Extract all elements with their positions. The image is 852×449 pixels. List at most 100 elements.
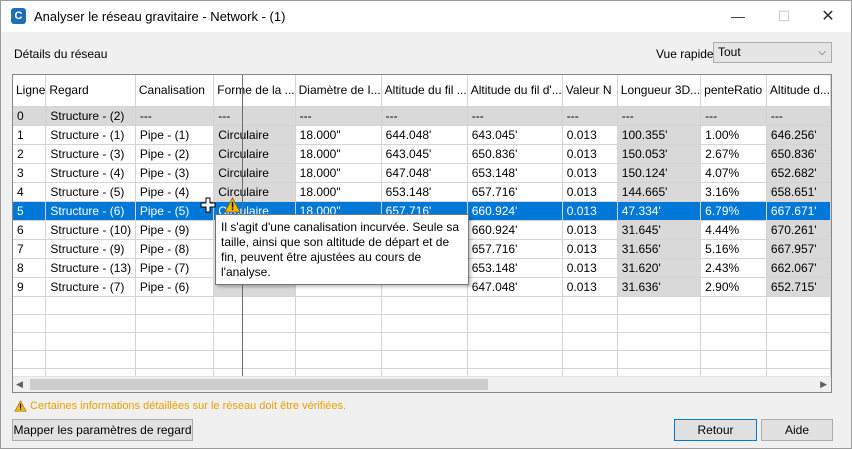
table-row[interactable]: 1 Structure - (1) Pipe - (1) Circulaire 18.0… — [13, 125, 831, 145]
table-cell[interactable]: 18.000" — [295, 144, 382, 164]
table-cell[interactable]: 653.148' — [381, 182, 468, 202]
table-cell[interactable]: 660.924' — [467, 201, 563, 221]
table-cell[interactable]: Circulaire — [213, 144, 296, 164]
quick-view-value: Tout — [718, 45, 741, 59]
minimize-button[interactable]: — — [715, 1, 761, 32]
table-cell[interactable]: 660.924' — [467, 220, 563, 240]
warning-triangle-icon[interactable] — [224, 197, 241, 213]
help-button[interactable]: Aide — [761, 419, 833, 441]
table-cell: 0.013 — [562, 163, 618, 183]
column-header[interactable]: Longueur 3D... — [617, 75, 702, 107]
empty-cell — [381, 350, 468, 369]
table-row[interactable]: 2 Structure - (3) Pipe - (2) Circulaire 18.0… — [13, 144, 831, 164]
table-cell: 8 — [13, 258, 47, 278]
empty-cell — [562, 350, 618, 369]
table-cell[interactable]: 653.148' — [467, 163, 563, 183]
back-button[interactable]: Retour — [674, 419, 757, 441]
empty-cell — [766, 314, 831, 333]
maximize-button[interactable]: ☐ — [761, 1, 807, 32]
table-cell: --- — [617, 106, 702, 126]
empty-cell — [562, 296, 618, 315]
table-cell[interactable]: 643.045' — [467, 125, 563, 145]
scroll-left-icon[interactable]: ◀ — [16, 379, 23, 390]
column-header[interactable]: Diamètre de I... — [295, 75, 382, 107]
column-header[interactable]: Altitude du fil ... — [381, 75, 468, 107]
table-cell[interactable]: 18.000" — [295, 163, 382, 183]
table-cell: Structure - (13) — [45, 258, 136, 278]
empty-cell — [562, 332, 618, 351]
table-cell: Structure - (2) — [45, 106, 136, 126]
table-cell: Pipe - (7) — [135, 258, 215, 278]
column-header[interactable]: Forme de la ... — [213, 75, 296, 107]
empty-cell — [467, 314, 563, 333]
empty-cell — [381, 296, 468, 315]
table-cell: 6 — [13, 220, 47, 240]
table-cell: 652.715' — [766, 277, 831, 297]
warning-triangle-icon — [14, 400, 27, 412]
table-cell: 662.067' — [766, 258, 831, 278]
quick-view-select[interactable]: Tout ⌵ — [713, 42, 832, 63]
empty-cell — [617, 314, 702, 333]
table-cell[interactable]: 657.716' — [467, 239, 563, 259]
horizontal-scrollbar[interactable]: ◀ ▶ — [13, 376, 831, 392]
table-cell: 31.620' — [617, 258, 702, 278]
column-header[interactable]: Altitude du fil d'... — [467, 75, 563, 107]
table-cell[interactable]: Circulaire — [213, 125, 296, 145]
table-row[interactable]: 4 Structure - (5) Pipe - (4) Circulaire 18.0… — [13, 182, 831, 202]
column-header[interactable]: Altitude d... — [766, 75, 831, 107]
table-cell[interactable]: --- — [381, 106, 468, 126]
table-cell[interactable]: Circulaire — [213, 163, 296, 183]
empty-cell — [295, 296, 382, 315]
empty-cell — [13, 332, 47, 351]
table-cell: 47.334' — [617, 201, 702, 221]
table-cell: 31.636' — [617, 277, 702, 297]
table-cell[interactable]: 18.000" — [295, 182, 382, 202]
table-row[interactable]: 3 Structure - (4) Pipe - (3) Circulaire 18.0… — [13, 163, 831, 183]
empty-cell — [617, 332, 702, 351]
map-structure-params-button[interactable]: Mapper les paramètres de regard — [12, 419, 193, 441]
column-header[interactable]: penteRatio — [700, 75, 767, 107]
scroll-right-icon[interactable]: ▶ — [820, 379, 827, 390]
table-cell: 1 — [13, 125, 47, 145]
table-cell: 667.957' — [766, 239, 831, 259]
table-cell: 2 — [13, 144, 47, 164]
table-cell[interactable]: 647.048' — [381, 163, 468, 183]
table-cell: Structure - (9) — [45, 239, 136, 259]
table-cell: 0.013 — [562, 201, 618, 221]
table-cell: 4 — [13, 182, 47, 202]
scrollbar-thumb[interactable] — [30, 379, 488, 390]
network-details-label: Détails du réseau — [14, 47, 108, 61]
table-cell: 2.43% — [700, 258, 767, 278]
quick-view-label: Vue rapide — [656, 47, 714, 61]
table-cell[interactable]: 647.048' — [467, 277, 563, 297]
column-header[interactable]: Valeur N — [562, 75, 618, 107]
table-row[interactable]: 0 Structure - (2) --- --- --- --- --- --- --- ---… — [13, 106, 831, 126]
table-cell: 650.836' — [766, 144, 831, 164]
table-cell: 0.013 — [562, 239, 618, 259]
table-cell[interactable]: --- — [213, 106, 296, 126]
empty-cell — [766, 296, 831, 315]
table-cell: Structure - (5) — [45, 182, 136, 202]
table-cell[interactable]: 650.836' — [467, 144, 563, 164]
table-cell[interactable]: --- — [295, 106, 382, 126]
table-cell[interactable]: 657.716' — [467, 182, 563, 202]
table-cell: 150.053' — [617, 144, 702, 164]
column-header[interactable]: Ligne — [13, 75, 47, 107]
table-cell[interactable]: 18.000" — [295, 125, 382, 145]
table-cell: Structure - (6) — [45, 201, 136, 221]
column-header[interactable]: Regard — [45, 75, 136, 107]
table-cell: 646.256' — [766, 125, 831, 145]
table-cell[interactable]: 644.048' — [381, 125, 468, 145]
close-button[interactable]: ✕ — [805, 1, 851, 32]
empty-cell — [45, 296, 136, 315]
column-header[interactable]: Canalisation — [135, 75, 215, 107]
empty-cell — [700, 350, 767, 369]
table-cell: 5 — [13, 201, 47, 221]
empty-cell — [135, 314, 215, 333]
table-cell[interactable]: --- — [467, 106, 563, 126]
table-cell: 0.013 — [562, 220, 618, 240]
table-cell[interactable]: 643.045' — [381, 144, 468, 164]
table-cell: 100.355' — [617, 125, 702, 145]
table-cell: 652.682' — [766, 163, 831, 183]
table-cell[interactable]: 653.148' — [467, 258, 563, 278]
